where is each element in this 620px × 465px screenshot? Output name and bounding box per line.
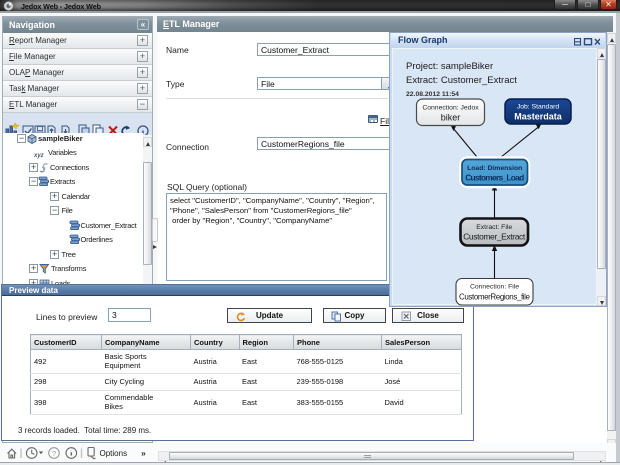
svg-text:Connection: Jedox: Connection: Jedox: [422, 105, 479, 112]
svg-text:Extract: File: Extract: File: [476, 224, 512, 231]
svg-text:Customer_Extract: Customer_Extract: [463, 232, 526, 242]
svg-text:Masterdata: Masterdata: [514, 112, 563, 122]
svg-text:Connection: File: Connection: File: [470, 284, 519, 291]
svg-text:Load: Dimension: Load: Dimension: [467, 165, 522, 172]
svg-text:Options: Options: [100, 449, 128, 458]
svg-text:biker: biker: [441, 113, 461, 123]
svg-text:Customers_Load: Customers_Load: [465, 173, 524, 183]
svg-text:Project: sampleBiker: Project: sampleBiker: [406, 61, 493, 72]
svg-text:CustomerRegions_file: CustomerRegions_file: [459, 293, 531, 302]
svg-text:Extract: Customer_Extract: Extract: Customer_Extract: [406, 75, 517, 86]
svg-text:22.08.2012 11:54: 22.08.2012 11:54: [406, 91, 459, 98]
svg-text:Job: Standard: Job: Standard: [517, 104, 560, 111]
svg-text:?: ?: [52, 449, 56, 458]
